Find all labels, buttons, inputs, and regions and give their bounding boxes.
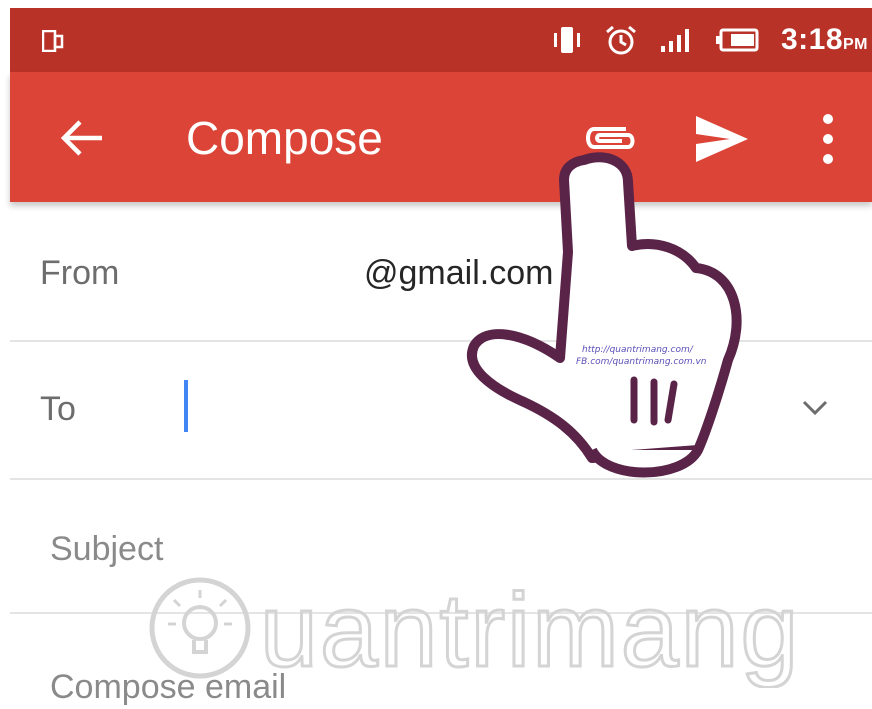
status-icons: 3:18PM	[551, 8, 868, 72]
signal-icon	[660, 29, 689, 52]
text-cursor	[184, 380, 188, 432]
status-bar: 3:18PM	[10, 8, 872, 72]
vibrate-icon	[553, 27, 580, 53]
divider	[10, 340, 872, 342]
from-account[interactable]: @gmail.com	[364, 254, 553, 293]
sim-icon	[42, 30, 64, 52]
page-title: Compose	[186, 112, 383, 164]
send-icon[interactable]	[694, 112, 750, 166]
from-label: From	[40, 254, 120, 292]
divider	[10, 612, 872, 614]
chevron-down-icon[interactable]	[800, 396, 830, 420]
to-input[interactable]	[170, 370, 770, 440]
svg-text:uantrimang: uantrimang	[260, 573, 800, 688]
subject-input[interactable]: Subject	[50, 530, 163, 569]
more-vert-icon[interactable]	[816, 112, 840, 166]
status-time: 3:18PM	[780, 23, 868, 56]
divider	[10, 478, 872, 480]
hand-caption-line2: FB.com/quantrimang.com.vn	[576, 357, 707, 367]
body-input[interactable]: Compose email	[50, 668, 286, 707]
battery-icon	[715, 28, 759, 52]
attach-icon[interactable]	[578, 116, 642, 160]
to-label: To	[40, 390, 76, 428]
alarm-icon	[605, 25, 636, 55]
back-arrow-icon[interactable]	[58, 116, 106, 160]
hand-caption-line1: http://quantrimang.com/	[582, 345, 694, 355]
app-bar: Compose	[10, 72, 872, 202]
